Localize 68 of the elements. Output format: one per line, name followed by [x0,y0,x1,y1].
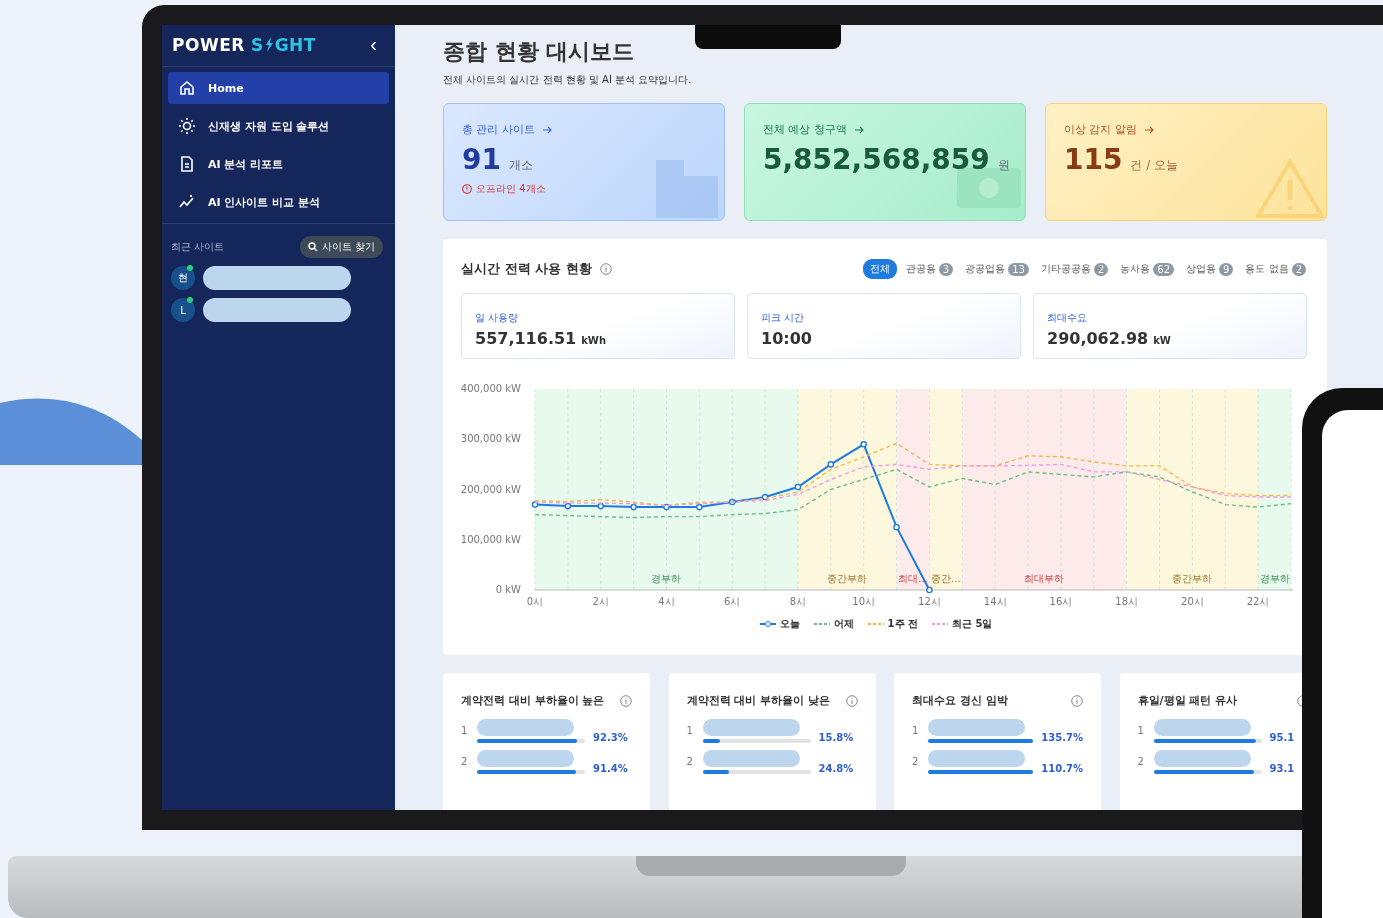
card-title: 최대수요 경신 임박 [912,693,1008,708]
kpi-unit: 건 / 오늘 [1130,157,1179,174]
percent-value: 95.1 [1269,732,1295,743]
kpi-title: 전체 예상 청구액 [763,122,847,137]
stat-value: 10:00 [761,329,812,348]
band-label: 중간부하 [1172,573,1213,584]
percent-value: 135.7% [1041,732,1083,743]
site-avatar: 현 [171,266,195,290]
card-title: 계약전력 대비 부하율이 높은 [461,693,605,708]
x-tick-label: 18시 [1115,596,1138,607]
panel-title: 실시간 전력 사용 현황 [461,260,592,278]
stat-label: 피크 시간 [761,312,805,323]
y-tick-label: 200,000 kW [460,483,521,495]
kpi-unit: 원 [997,157,1010,174]
section-title: 최근 사이트 [171,240,225,254]
x-tick-label: 12시 [918,596,941,607]
stat-unit: kWh [581,335,607,346]
y-tick-label: 0 kW [495,584,521,595]
x-tick-label: 22시 [1246,596,1270,607]
rank-number: 2 [686,756,694,767]
x-tick-label: 16시 [1049,596,1073,607]
band-label: 경부하 [1259,573,1290,584]
stat-label: 일 사용량 [475,312,519,323]
stat-value: 290,062.98 [1047,329,1149,348]
stat-label: 최대수요 [1047,312,1087,323]
band-label: 최대부하 [1024,573,1065,584]
rank-number: 1 [461,725,469,736]
card-title: 휴일/평일 패턴 유사 [1137,693,1238,708]
rank-number: 2 [1137,756,1145,767]
kpi-unit: 개소 [508,157,533,174]
x-tick-label: 2시 [592,596,609,607]
x-tick-label: 0시 [526,596,544,607]
card-title: 계약전력 대비 부하율이 낮은 [686,693,830,708]
rank-number: 2 [912,756,920,767]
rank-number: 2 [461,756,469,767]
y-tick-label: 300,000 kW [460,433,521,445]
stat-value: 557,116.51 [475,329,577,348]
x-tick-label: 6시 [724,596,741,607]
band-label: 경부하 [651,573,682,584]
x-tick-label: 4시 [658,596,675,607]
percent-value: 24.8% [818,763,854,774]
logo: POWER S GHT [172,34,316,55]
band-label: 중간부하 [827,573,868,584]
kpi-value: 91 [462,143,501,176]
kpi-title: 총 관리 사이트 [462,122,535,137]
kpi-title: 이상 감지 알림 [1064,122,1137,137]
rank-number: 1 [1137,725,1145,736]
x-tick-label: 10시 [852,596,876,607]
rank-number: 1 [912,725,920,736]
kpi-value: 115 [1064,143,1123,176]
stat-unit: kW [1153,335,1171,346]
percent-value: 15.8% [818,732,854,743]
rank-number: 1 [686,725,694,736]
percent-value: 91.4% [593,763,628,774]
x-tick-label: 20시 [1181,596,1204,607]
site-avatar: L [171,298,195,322]
page-title: 종합 현황 대시보드 [443,38,636,66]
kpi-note: 오프라인 4개소 [476,182,546,196]
percent-value: 110.7% [1041,763,1083,774]
x-tick-label: 8시 [789,596,807,607]
y-tick-label: 100,000 kW [460,533,521,545]
y-tick-label: 400,000 kW [460,383,521,394]
page-subtitle: 전체 사이트의 실시간 전력 현황 및 AI 분석 요약입니다. [443,73,693,87]
percent-value: 92.3% [593,732,628,743]
kpi-value: 5,852,568,859 [763,143,990,176]
percent-value: 93.1 [1269,763,1295,774]
band-label: 중간... [931,573,961,584]
x-tick-label: 14시 [983,596,1007,607]
